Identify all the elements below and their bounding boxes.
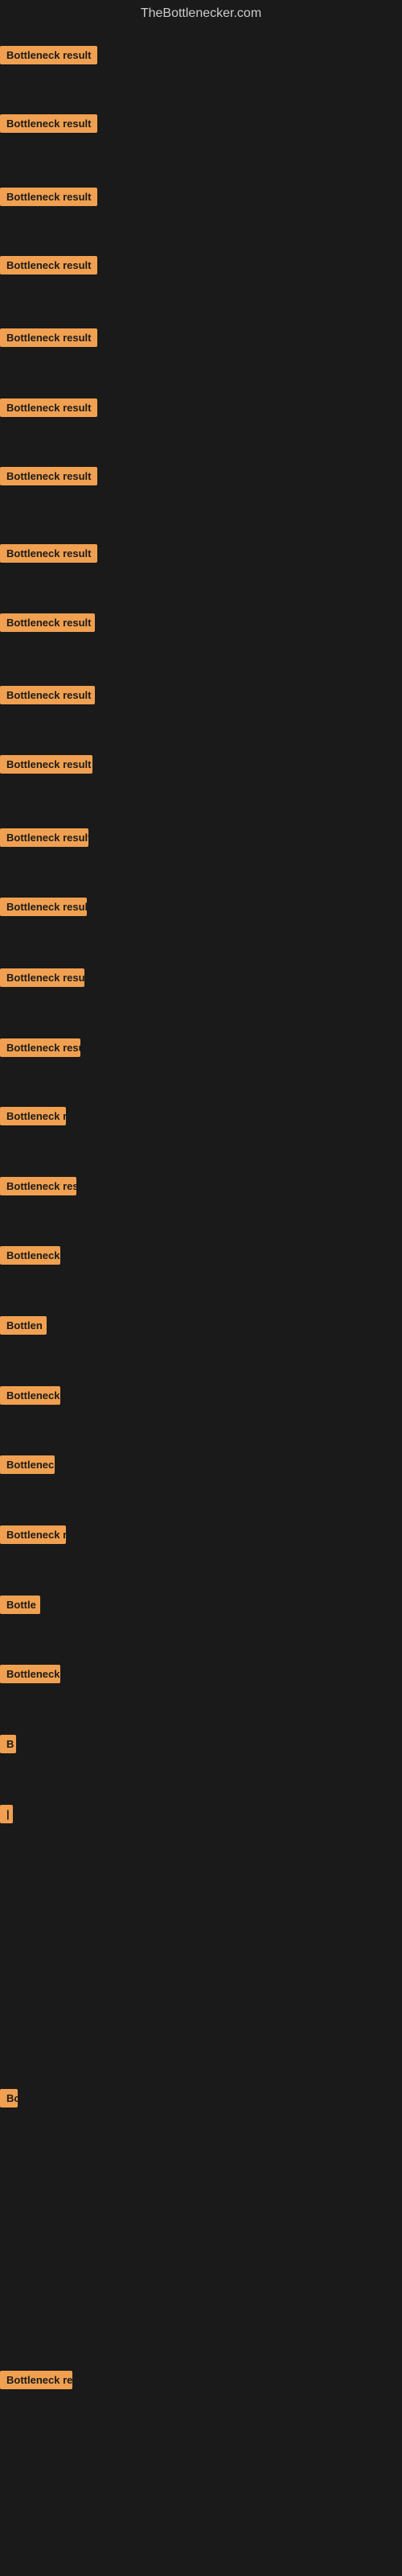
bottleneck-item: Bottleneck result <box>0 613 95 632</box>
bottleneck-item: Bottleneck result <box>0 256 97 275</box>
bottleneck-item: Bottlenec <box>0 1455 55 1474</box>
bottleneck-item: Bottleneck resul <box>0 1038 80 1057</box>
bottleneck-item: Bottlen <box>0 1316 47 1335</box>
bottleneck-item: Bottleneck r <box>0 1107 66 1125</box>
bottleneck-item: Bottleneck result <box>0 686 95 704</box>
bottleneck-item: Bottleneck re <box>0 2371 72 2389</box>
bottleneck-item: Bo <box>0 2089 18 2107</box>
bottleneck-item: Bottleneck result <box>0 828 88 847</box>
bottleneck-item: Bottleneck result <box>0 755 92 774</box>
bottleneck-item: Bottleneck result <box>0 467 97 485</box>
bottleneck-item: Bottleneck result <box>0 968 84 987</box>
bottleneck-item: Bottleneck result <box>0 398 97 417</box>
bottleneck-item: B <box>0 1735 16 1753</box>
bottleneck-item: Bottleneck <box>0 1665 60 1683</box>
bottleneck-item: Bottleneck resu <box>0 1177 76 1195</box>
bottleneck-item: | <box>0 1805 13 1823</box>
bottleneck-item: Bottleneck result <box>0 328 97 347</box>
bottleneck-item: Bottleneck result <box>0 114 97 133</box>
bottleneck-item: Bottleneck result <box>0 46 97 64</box>
site-title: TheBottlenecker.com <box>0 0 402 27</box>
bottleneck-item: Bottleneck r <box>0 1525 66 1544</box>
bottleneck-item: Bottleneck result <box>0 188 97 206</box>
bottleneck-item: Bottleneck <box>0 1386 60 1405</box>
bottleneck-item: Bottleneck <box>0 1246 60 1265</box>
bottleneck-item: Bottleneck result <box>0 544 97 563</box>
bottleneck-item: Bottleneck result <box>0 898 87 916</box>
bottleneck-item: Bottle <box>0 1596 40 1614</box>
